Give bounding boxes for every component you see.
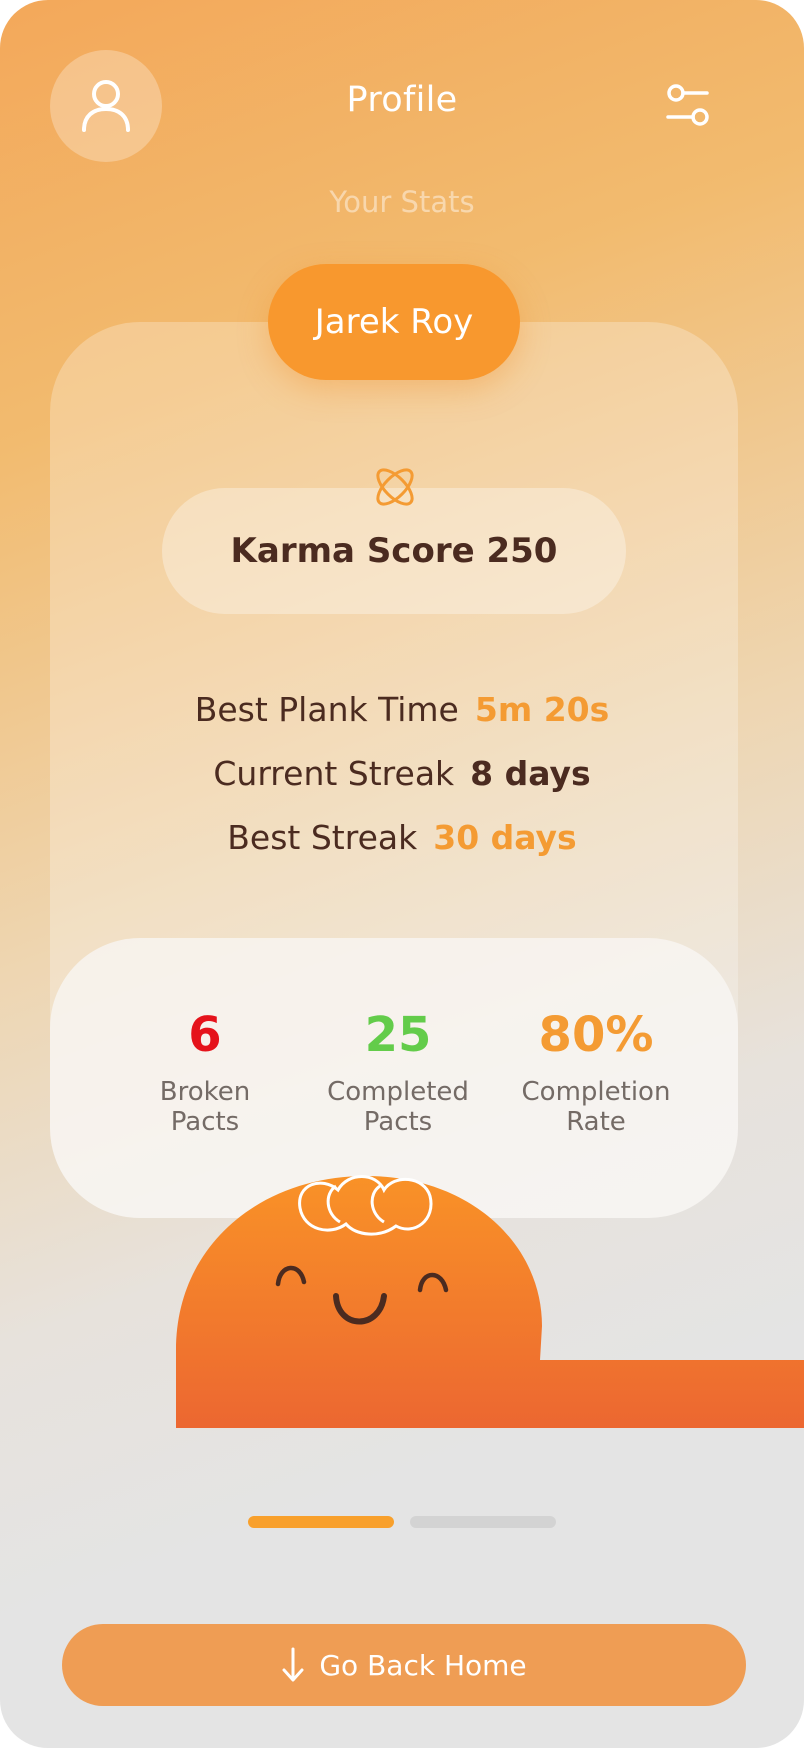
- metric-broken-pacts: 6 Broken Pacts: [105, 1003, 305, 1137]
- atom-icon: [376, 468, 414, 506]
- stat-current-streak: Current Streak 8 days: [0, 754, 804, 793]
- metric-label-line: Broken: [159, 1077, 251, 1107]
- metric-completed-pacts: 25 Completed Pacts: [298, 1003, 498, 1137]
- metric-value: 25: [364, 1007, 432, 1063]
- metric-completion-rate: 80% Completion Rate: [496, 1003, 696, 1137]
- metric-value: 6: [188, 1007, 222, 1063]
- profile-screen: Profile Your Stats Jarek Roy Karma Score…: [0, 0, 804, 1748]
- sliders-icon: [666, 84, 709, 126]
- go-back-home-button[interactable]: Go Back Home: [62, 1624, 746, 1706]
- settings-button[interactable]: [660, 78, 716, 134]
- metric-label-line: Rate: [566, 1107, 626, 1137]
- go-back-home-label: Go Back Home: [319, 1648, 527, 1682]
- metric-label: Completed Pacts: [298, 1077, 498, 1137]
- stat-best-plank-time: Best Plank Time 5m 20s: [0, 690, 804, 729]
- stat-value: 30 days: [433, 818, 577, 857]
- metric-label-line: Pacts: [363, 1107, 433, 1137]
- metric-label: Completion Rate: [496, 1077, 696, 1137]
- stat-label: Current Streak: [213, 754, 455, 793]
- stat-value: 5m 20s: [474, 690, 610, 729]
- mascot-illustration: [176, 1175, 804, 1428]
- metric-value: 80%: [538, 1007, 654, 1063]
- metric-label-line: Completion: [521, 1077, 671, 1107]
- pager-dot-active[interactable]: [248, 1516, 394, 1528]
- user-name-badge: Jarek Roy: [268, 264, 520, 380]
- arrow-down-icon: [281, 1647, 305, 1683]
- karma-score-label: Karma Score 250: [230, 531, 558, 571]
- metric-label-line: Completed: [327, 1077, 469, 1107]
- section-subtitle: Your Stats: [329, 185, 475, 219]
- stat-label: Best Streak: [227, 818, 418, 857]
- pager-dot[interactable]: [410, 1516, 556, 1528]
- stat-label: Best Plank Time: [194, 690, 459, 729]
- stat-best-streak: Best Streak 30 days: [0, 818, 804, 857]
- stat-value: 8 days: [470, 754, 591, 793]
- metric-label-line: Pacts: [170, 1107, 240, 1137]
- metric-label: Broken Pacts: [105, 1077, 305, 1137]
